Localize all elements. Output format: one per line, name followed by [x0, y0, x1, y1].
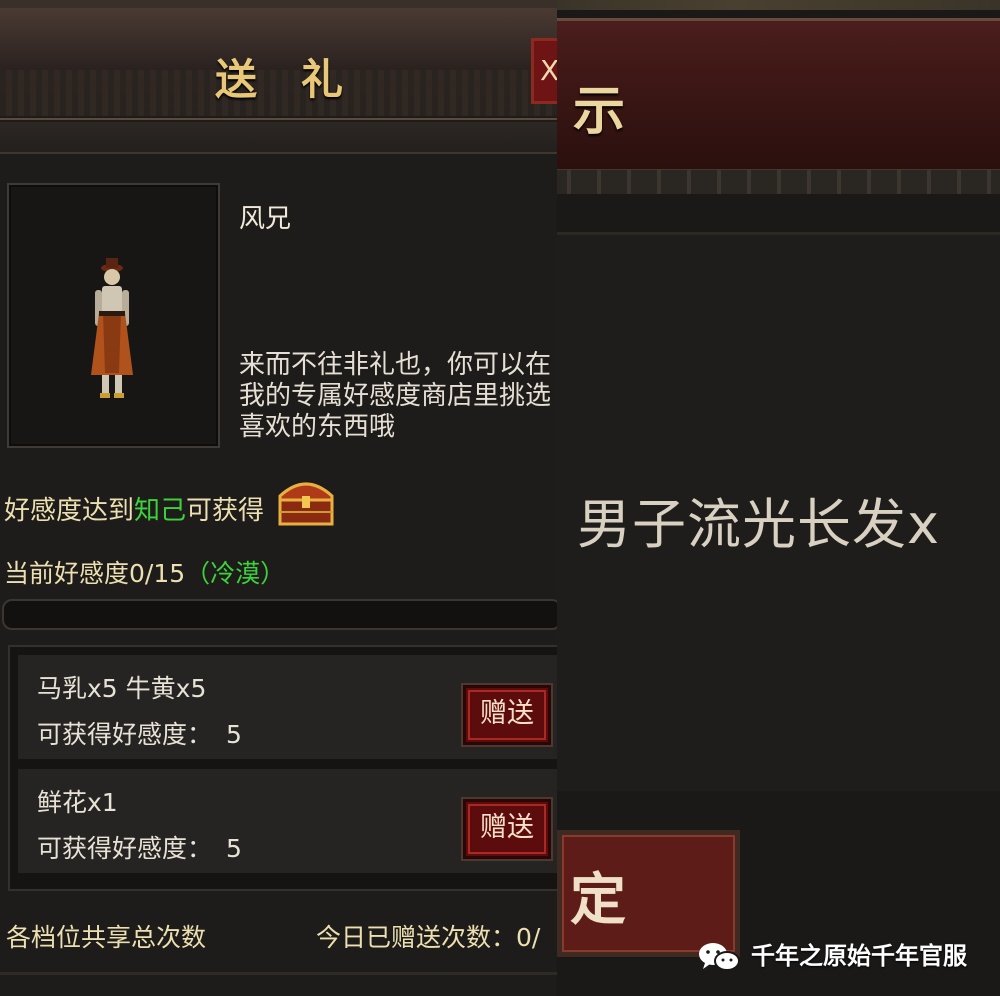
gift-favor-label: 可获得好感度：	[37, 720, 213, 749]
send-gift-button[interactable]: 赠送	[461, 797, 553, 861]
top-strip	[0, 0, 557, 8]
treasure-chest-icon[interactable]	[275, 474, 337, 528]
gift-panel: 送礼 X 风兄 来而不往非礼也，你可以在我的专属好感度商店里挑选喜欢的东西哦 好…	[0, 0, 557, 996]
bottom-divider	[0, 972, 557, 975]
send-gift-button[interactable]: 赠送	[461, 683, 553, 747]
top-strip	[557, 0, 1000, 10]
gift-favor-gain: 可获得好感度： 5	[37, 829, 242, 865]
daily-send-count: 今日已赠送次数：0/	[316, 923, 541, 952]
npc-figure-image	[91, 258, 133, 398]
favor-status: （冷漠）	[185, 559, 286, 588]
npc-portrait	[7, 183, 220, 448]
confirm-button-label: 定	[570, 867, 626, 933]
gift-panel-title: 送礼	[215, 55, 388, 104]
current-favor-value: 0/15	[129, 559, 186, 588]
current-favor-label: 当前好感度	[4, 559, 130, 588]
favor-reward-hint: 好感度达到知己可获得	[4, 490, 264, 527]
current-favor: 当前好感度0/15（冷漠）	[4, 554, 285, 590]
favor-progress-bar	[2, 599, 557, 630]
gift-favor-value: 5	[226, 720, 242, 749]
npc-dialog: 来而不往非礼也，你可以在我的专属好感度商店里挑选喜欢的东西哦	[239, 350, 552, 442]
favor-reward-prefix: 好感度达到	[4, 496, 135, 526]
gift-option: 鲜花x1 可获得好感度： 5 赠送	[18, 769, 557, 873]
shared-count-label: 各档位共享总次数	[6, 923, 207, 952]
gift-items: 鲜花x1	[37, 788, 118, 817]
header-pattern	[557, 170, 1000, 194]
gift-option: 马乳x5 牛黄x5 可获得好感度： 5 赠送	[18, 655, 557, 759]
gift-items: 马乳x5 牛黄x5	[37, 674, 207, 703]
header-divider	[0, 122, 557, 154]
close-button[interactable]: X	[531, 38, 557, 104]
favor-reward-suffix: 可获得	[186, 496, 265, 526]
notice-panel-title: 示	[573, 81, 626, 142]
gift-favor-label: 可获得好感度：	[37, 834, 213, 863]
favor-level-name: 知己	[134, 496, 187, 526]
watermark: 千年之原始千年官服	[697, 936, 967, 973]
npc-name: 风兄	[239, 204, 292, 234]
reward-item-text: 男子流光长发x	[577, 493, 940, 556]
notice-panel-header: 示	[557, 18, 1000, 172]
gift-favor-gain: 可获得好感度： 5	[37, 715, 242, 751]
gift-panel-header: 送礼 X	[0, 8, 557, 120]
watermark-text: 千年之原始千年官服	[751, 942, 967, 970]
gift-favor-value: 5	[226, 834, 242, 863]
gift-list: 马乳x5 牛黄x5 可获得好感度： 5 赠送 鲜花x1 可获得好感度： 5 赠送	[8, 645, 557, 891]
wechat-icon	[699, 943, 740, 971]
